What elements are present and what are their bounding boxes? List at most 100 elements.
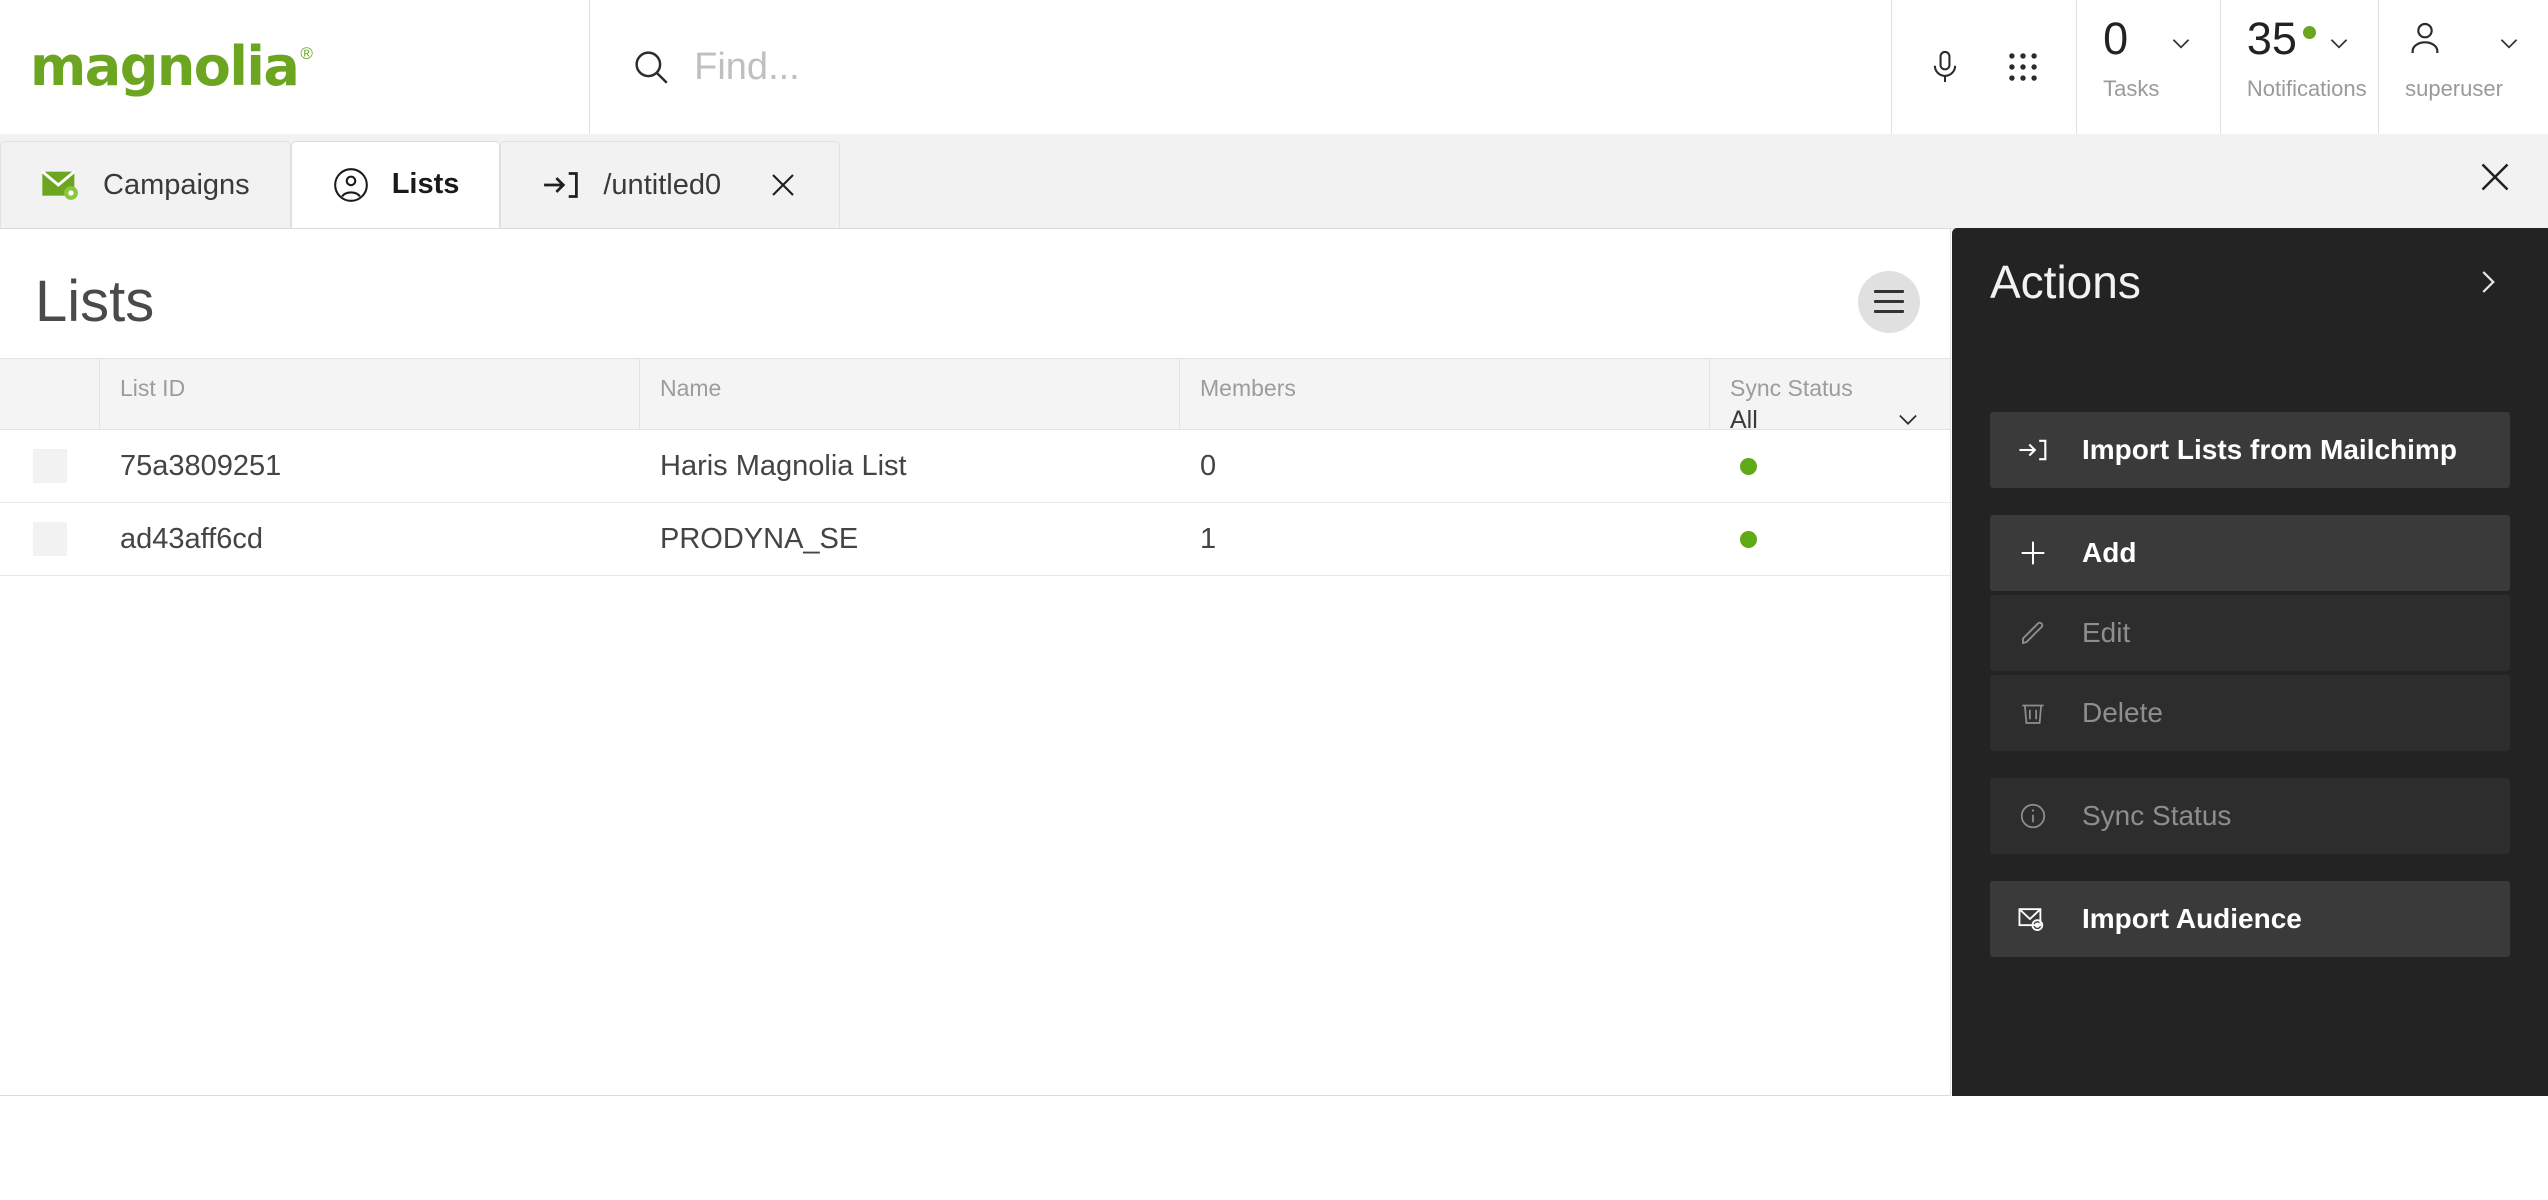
cell-value: ad43aff6cd [120,522,263,555]
tab-untitled0[interactable]: /untitled0 [500,141,841,228]
action-import-lists-from-mailchimp[interactable]: Import Lists from Mailchimp [1990,412,2510,488]
hamburger-icon[interactable] [1858,270,1920,333]
plus-icon [2016,537,2050,569]
actions-panel-header: Actions [1952,228,2548,336]
tab-label: Lists [391,168,460,200]
close-icon[interactable] [767,169,799,201]
tasks-indicator[interactable]: 0 Tasks [2076,0,2220,134]
cell-sync-status [1710,503,1950,576]
brand-logo[interactable]: magnolia ® [0,0,591,134]
envelope-gear-icon [41,168,81,202]
action-label: Sync Status [2082,800,2232,831]
actions-top-spacer [1952,336,2548,412]
cell-list-id: ad43aff6cd [100,503,640,576]
row-checkbox[interactable] [33,449,67,483]
user-icon [2405,18,2445,58]
app-header: magnolia ® Find... 0 Tasks 35 Notificati… [0,0,2548,134]
actions-panel: Actions Import Lists from Mailchimp Add [1952,228,2548,1096]
actions-list: Import Lists from Mailchimp Add Edit Del… [1952,412,2548,957]
table-row[interactable]: ad43aff6cd PRODYNA_SE 1 [0,503,1950,576]
trash-icon [2016,698,2050,728]
import-arrow-icon [2016,436,2050,464]
action-label: Import Lists from Mailchimp [2082,434,2457,465]
user-menu[interactable]: superuser [2378,0,2548,134]
action-sync-status: Sync Status [1990,778,2510,854]
chevron-down-icon[interactable] [2168,30,2194,56]
table-header-row: List ID Name Members Sync Status All [0,358,1950,434]
search-icon [630,46,672,88]
column-header-list-id[interactable]: List ID [100,359,640,429]
action-edit: Edit [1990,595,2510,671]
tasks-label: Tasks [2103,76,2160,101]
user-label: superuser [2405,76,2503,101]
tab-label: /untitled0 [603,168,722,201]
chevron-down-icon[interactable] [2496,30,2522,56]
brand-registered-mark: ® [300,44,313,63]
tab-lists[interactable]: Lists [290,141,501,228]
notifications-indicator[interactable]: 35 Notifications [2219,0,2378,134]
search-bar[interactable]: Find... [590,0,1893,134]
tasks-count: 0 [2103,13,2129,64]
action-label: Import Audience [2082,903,2302,934]
pencil-icon [2016,618,2050,648]
close-all-tabs-button[interactable] [2470,152,2520,202]
cell-value: PRODYNA_SE [660,522,859,555]
actions-group-gap [1990,854,2510,881]
brand-logo-text: magnolia [30,35,300,98]
chevron-down-icon[interactable] [1894,405,1922,433]
column-label: Sync Status [1730,375,1853,401]
action-delete: Delete [1990,675,2510,751]
action-label: Edit [2082,617,2131,648]
row-checkbox-cell[interactable] [0,430,100,503]
table-row[interactable]: 75a3809251 Haris Magnolia List 0 [0,430,1950,503]
actions-group-gap [1990,751,2510,778]
cell-sync-status [1710,430,1950,503]
hamburger-line [1874,290,1904,293]
chevron-down-icon[interactable] [2326,30,2352,56]
status-badge [1740,457,1757,475]
cell-value: 0 [1200,449,1217,482]
envelope-gear-icon [2016,904,2050,934]
microphone-icon[interactable] [1926,48,1964,86]
column-header-sync-status[interactable]: Sync Status All [1710,359,1950,434]
user-circle-icon [332,166,370,204]
cell-value: 1 [1200,522,1217,555]
page-title-row: Lists [0,229,1950,344]
column-label: Name [660,375,722,401]
cell-members: 1 [1180,503,1710,576]
action-add[interactable]: Add [1990,515,2510,591]
page-title: Lists [35,268,155,334]
cell-value: Haris Magnolia List [660,449,907,482]
status-badge [1740,530,1757,548]
column-label: Members [1200,375,1296,401]
info-icon [2016,801,2050,831]
action-import-audience[interactable]: Import Audience [1990,881,2510,957]
column-header-select[interactable] [0,359,100,429]
lists-table: List ID Name Members Sync Status All 75a… [0,358,1950,576]
lists-content-panel: Lists List ID Name Members Sync Status A… [0,229,1951,1096]
actions-title: Actions [1990,256,2141,308]
hamburger-line [1874,300,1904,303]
tab-bar: Campaigns Lists /untitled0 [0,134,2548,229]
hamburger-line [1874,310,1904,313]
search-input[interactable]: Find... [694,46,800,89]
row-checkbox-cell[interactable] [0,503,100,576]
chevron-right-icon[interactable] [2472,267,2502,297]
notifications-status-dot [2302,26,2316,39]
action-label: Add [2082,537,2137,568]
apps-grid-icon[interactable] [2004,48,2042,86]
column-header-members[interactable]: Members [1180,359,1710,429]
header-tools [1892,0,2076,134]
import-arrow-icon [541,168,581,202]
notifications-count: 35 [2246,13,2297,64]
tab-campaigns[interactable]: Campaigns [0,141,291,228]
cell-name: Haris Magnolia List [640,430,1180,503]
cell-members: 0 [1180,430,1710,503]
column-header-name[interactable]: Name [640,359,1180,429]
cell-list-id: 75a3809251 [100,430,640,503]
action-label: Delete [2082,697,2163,728]
cell-name: PRODYNA_SE [640,503,1180,576]
actions-group-gap [1990,488,2510,515]
cell-value: 75a3809251 [120,449,282,482]
row-checkbox[interactable] [33,522,67,556]
